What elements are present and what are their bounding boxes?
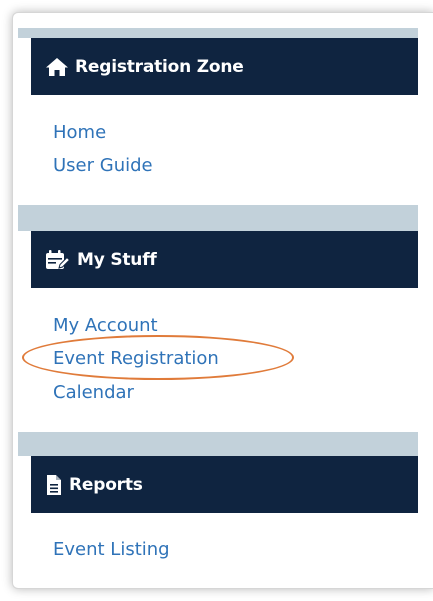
- section-title: My Stuff: [77, 249, 157, 270]
- section-title: Reports: [69, 474, 143, 495]
- nav-link-event-registration[interactable]: Event Registration: [53, 348, 219, 370]
- nav-link-calendar[interactable]: Calendar: [53, 382, 134, 404]
- nav-link-user-guide[interactable]: User Guide: [53, 155, 153, 177]
- section-header-reports: Reports: [31, 456, 418, 513]
- nav-link-my-account[interactable]: My Account: [53, 315, 158, 337]
- section-header-my-stuff: My Stuff: [31, 231, 418, 288]
- nav-link-event-listing[interactable]: Event Listing: [53, 539, 170, 561]
- section-title: Registration Zone: [75, 56, 244, 77]
- section-separator: [18, 28, 418, 38]
- home-icon: [45, 57, 69, 77]
- section-separator: [18, 432, 418, 456]
- nav-link-home[interactable]: Home: [53, 122, 106, 144]
- document-icon: [45, 474, 63, 496]
- section-separator: [18, 205, 418, 231]
- section-header-registration-zone: Registration Zone: [31, 38, 418, 95]
- calendar-edit-icon: [45, 249, 71, 271]
